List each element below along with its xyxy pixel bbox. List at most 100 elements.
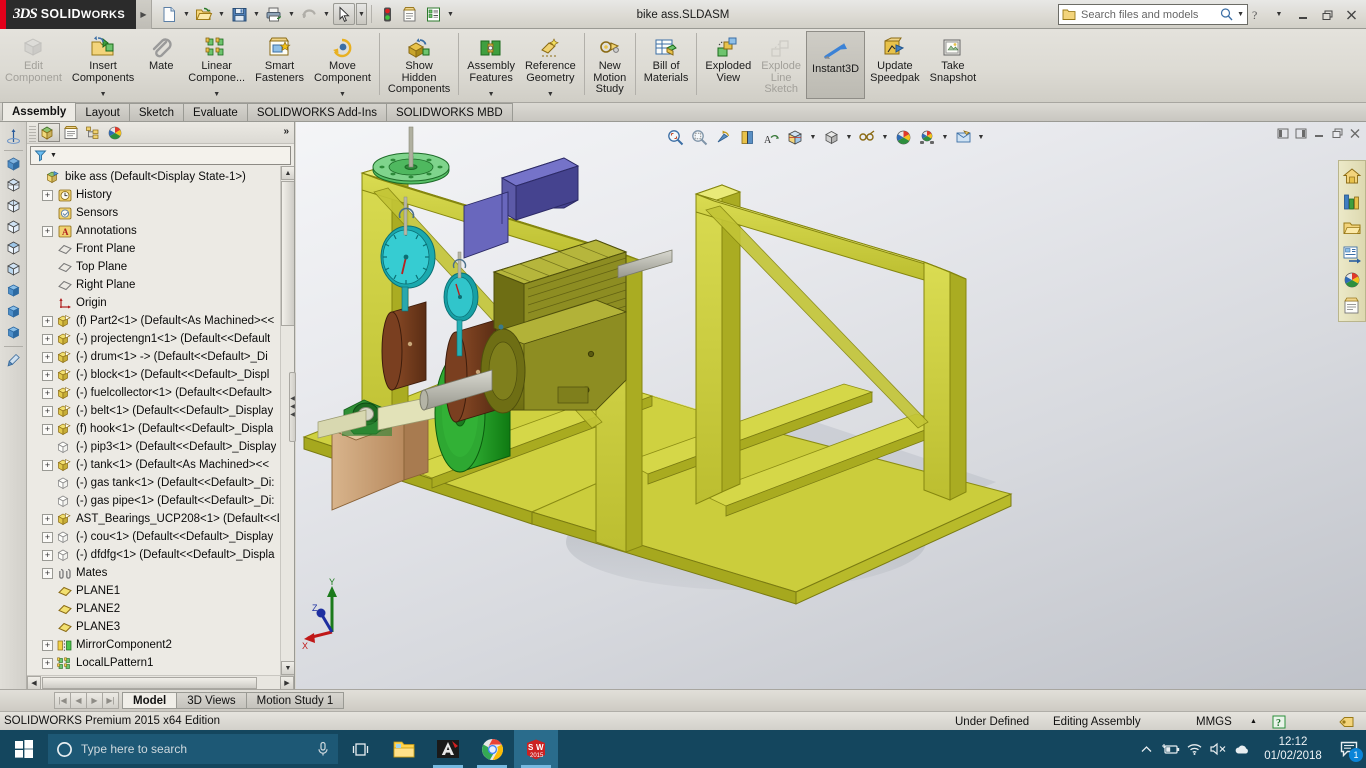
configuration-manager-tab[interactable] [82, 123, 104, 142]
ribbon-button-caret[interactable]: ▼ [547, 89, 554, 101]
tree-item[interactable]: + (-) projectengn1<1> (Default<<Default [27, 330, 279, 348]
first-tab-button[interactable]: |◀ [54, 692, 71, 709]
taskbar-search-box[interactable]: Type here to search [48, 734, 338, 764]
rail-view-9[interactable] [3, 322, 24, 342]
status-help-button[interactable]: ? [1272, 712, 1286, 731]
tab-assembly[interactable]: Assembly [2, 102, 77, 121]
tree-expander-icon[interactable]: + [42, 333, 53, 345]
panel-grip-handle[interactable] [29, 123, 36, 142]
tree-expander-icon[interactable]: + [42, 459, 53, 471]
tree-item[interactable]: + (-) tank<1> (Default<As Machined><< [27, 456, 279, 474]
tree-item[interactable]: Right Plane [27, 276, 279, 294]
tree-expander-icon[interactable]: + [42, 315, 53, 327]
tree-item[interactable]: (-) gas pipe<1> (Default<<Default>_Di: [27, 492, 279, 510]
solidworks-taskbar[interactable]: S W 2015 [514, 730, 558, 768]
show-hidden-icons-button[interactable] [1134, 730, 1158, 768]
rail-origin-triad[interactable] [3, 126, 24, 146]
help-button[interactable]: ? [1244, 5, 1266, 25]
rail-view-4[interactable] [3, 217, 24, 237]
solidworks-resources-button[interactable] [1340, 164, 1364, 188]
feature-tree-filter[interactable]: ▼ [30, 146, 291, 165]
tree-expander-icon[interactable]: + [42, 351, 53, 363]
file-properties-button[interactable] [399, 3, 421, 25]
tree-expander-icon[interactable]: + [42, 405, 53, 417]
new-document-button[interactable] [158, 3, 180, 25]
open-document-button[interactable] [193, 3, 215, 25]
tree-item[interactable]: + AST_Bearings_UCP208<1> (Default<<D [27, 510, 279, 528]
options-caret[interactable]: ▼ [445, 3, 456, 25]
tree-item[interactable]: Top Plane [27, 258, 279, 276]
tree-expander-icon[interactable]: + [42, 657, 53, 669]
select-tool-button[interactable] [333, 3, 355, 25]
battery-tray-icon[interactable] [1158, 730, 1182, 768]
ribbon-update-speedpak-button[interactable]: Update Speedpak [865, 29, 925, 103]
tab-solidworks-add-ins[interactable]: SOLIDWORKS Add-Ins [246, 103, 387, 121]
panel-splitter-handle[interactable]: ◀ ◀ ◀ [289, 372, 296, 442]
tree-item[interactable]: + (f) Part2<1> (Default<As Machined><< [27, 312, 279, 330]
help-caret[interactable]: ▼ [1268, 5, 1290, 25]
tree-item[interactable]: (-) pip3<1> (Default<<Default>_Display [27, 438, 279, 456]
tree-item[interactable]: + (-) cou<1> (Default<<Default>_Display [27, 528, 279, 546]
tree-expander-icon[interactable]: + [42, 369, 53, 381]
tab-layout[interactable]: Layout [75, 103, 130, 121]
restore-button[interactable] [1316, 5, 1338, 25]
tree-expander-icon[interactable]: + [42, 513, 53, 525]
ribbon-button-caret[interactable]: ▼ [339, 89, 346, 101]
tree-item[interactable]: + (f) hook<1> (Default<<Default>_Displa [27, 420, 279, 438]
scroll-down-arrow[interactable]: ▼ [281, 661, 294, 675]
custom-properties-button[interactable] [1340, 294, 1364, 318]
rail-view-5[interactable] [3, 238, 24, 258]
status-tag-button[interactable] [1338, 712, 1356, 731]
file-explorer-taskbar[interactable] [382, 730, 426, 768]
ribbon-new-motion-study-button[interactable]: New Motion Study [588, 29, 632, 103]
tab-evaluate[interactable]: Evaluate [183, 103, 248, 121]
tree-expander-icon[interactable]: + [42, 639, 53, 651]
wifi-tray-icon[interactable] [1182, 730, 1206, 768]
tree-expander-icon[interactable]: + [42, 549, 53, 561]
ribbon-button-caret[interactable]: ▼ [488, 89, 495, 101]
ribbon-bill-of-materials-button[interactable]: Bill of Materials [639, 29, 694, 103]
document-tab-3d-views[interactable]: 3D Views [176, 692, 247, 709]
graphics-viewport[interactable]: A ▼ ▼ ▼ ▼ ▼ Y X Z [296, 122, 1366, 689]
microphone-icon[interactable] [316, 741, 330, 757]
hscroll-right-arrow[interactable]: ▶ [280, 675, 294, 690]
previous-tab-button[interactable]: ◀ [70, 692, 87, 709]
tree-item[interactable]: Sensors [27, 204, 279, 222]
rail-view-3[interactable] [3, 196, 24, 216]
file-explorer-button[interactable] [1340, 216, 1364, 240]
tree-item[interactable]: bike ass (Default<Display State-1>) [27, 168, 279, 186]
document-tab-motion-study-1[interactable]: Motion Study 1 [245, 692, 345, 709]
save-document-button[interactable] [228, 3, 250, 25]
tree-item[interactable]: + (-) fuelcollector<1> (Default<<Default> [27, 384, 279, 402]
undo-caret[interactable]: ▼ [321, 3, 332, 25]
feature-tree-horizontal-scrollbar[interactable]: ◀ ▶ [27, 675, 294, 690]
taskbar-clock[interactable]: 12:12 01/02/2018 [1254, 730, 1332, 768]
hscroll-thumb[interactable] [42, 676, 257, 689]
tree-item[interactable]: (-) gas tank<1> (Default<<Default>_Di: [27, 474, 279, 492]
search-dropdown-caret[interactable]: ▼ [1237, 11, 1244, 18]
rail-view-8[interactable] [3, 301, 24, 321]
tree-item[interactable]: Origin [27, 294, 279, 312]
print-document-caret[interactable]: ▼ [286, 3, 297, 25]
appearances-scenes-button[interactable] [1340, 268, 1364, 292]
minimize-button[interactable] [1292, 5, 1314, 25]
ribbon-assembly-features-button[interactable]: Assembly Features ▼ [462, 29, 520, 103]
tree-item[interactable]: + A Annotations [27, 222, 279, 240]
status-units-caret[interactable]: ▲ [1250, 712, 1257, 731]
assembly-3d-model[interactable]: Y X Z [296, 122, 1366, 689]
new-document-caret[interactable]: ▼ [181, 3, 192, 25]
view-palette-button[interactable] [1340, 242, 1364, 266]
action-center-button[interactable]: 1 [1332, 730, 1366, 768]
tab-sketch[interactable]: Sketch [128, 103, 185, 121]
rail-view-1[interactable] [3, 154, 24, 174]
document-tab-model[interactable]: Model [122, 692, 178, 709]
print-document-button[interactable] [263, 3, 285, 25]
property-manager-tab[interactable] [60, 123, 82, 142]
status-units[interactable]: MMGS [1196, 712, 1232, 731]
volume-tray-icon[interactable] [1206, 730, 1230, 768]
display-manager-tab[interactable] [104, 123, 126, 142]
ribbon-linear-compone-button[interactable]: Linear Compone... ▼ [183, 29, 250, 103]
tree-expander-icon[interactable]: + [42, 189, 53, 201]
ribbon-show-hidden-components-button[interactable]: Show Hidden Components [383, 29, 455, 103]
last-tab-button[interactable]: ▶| [102, 692, 119, 709]
